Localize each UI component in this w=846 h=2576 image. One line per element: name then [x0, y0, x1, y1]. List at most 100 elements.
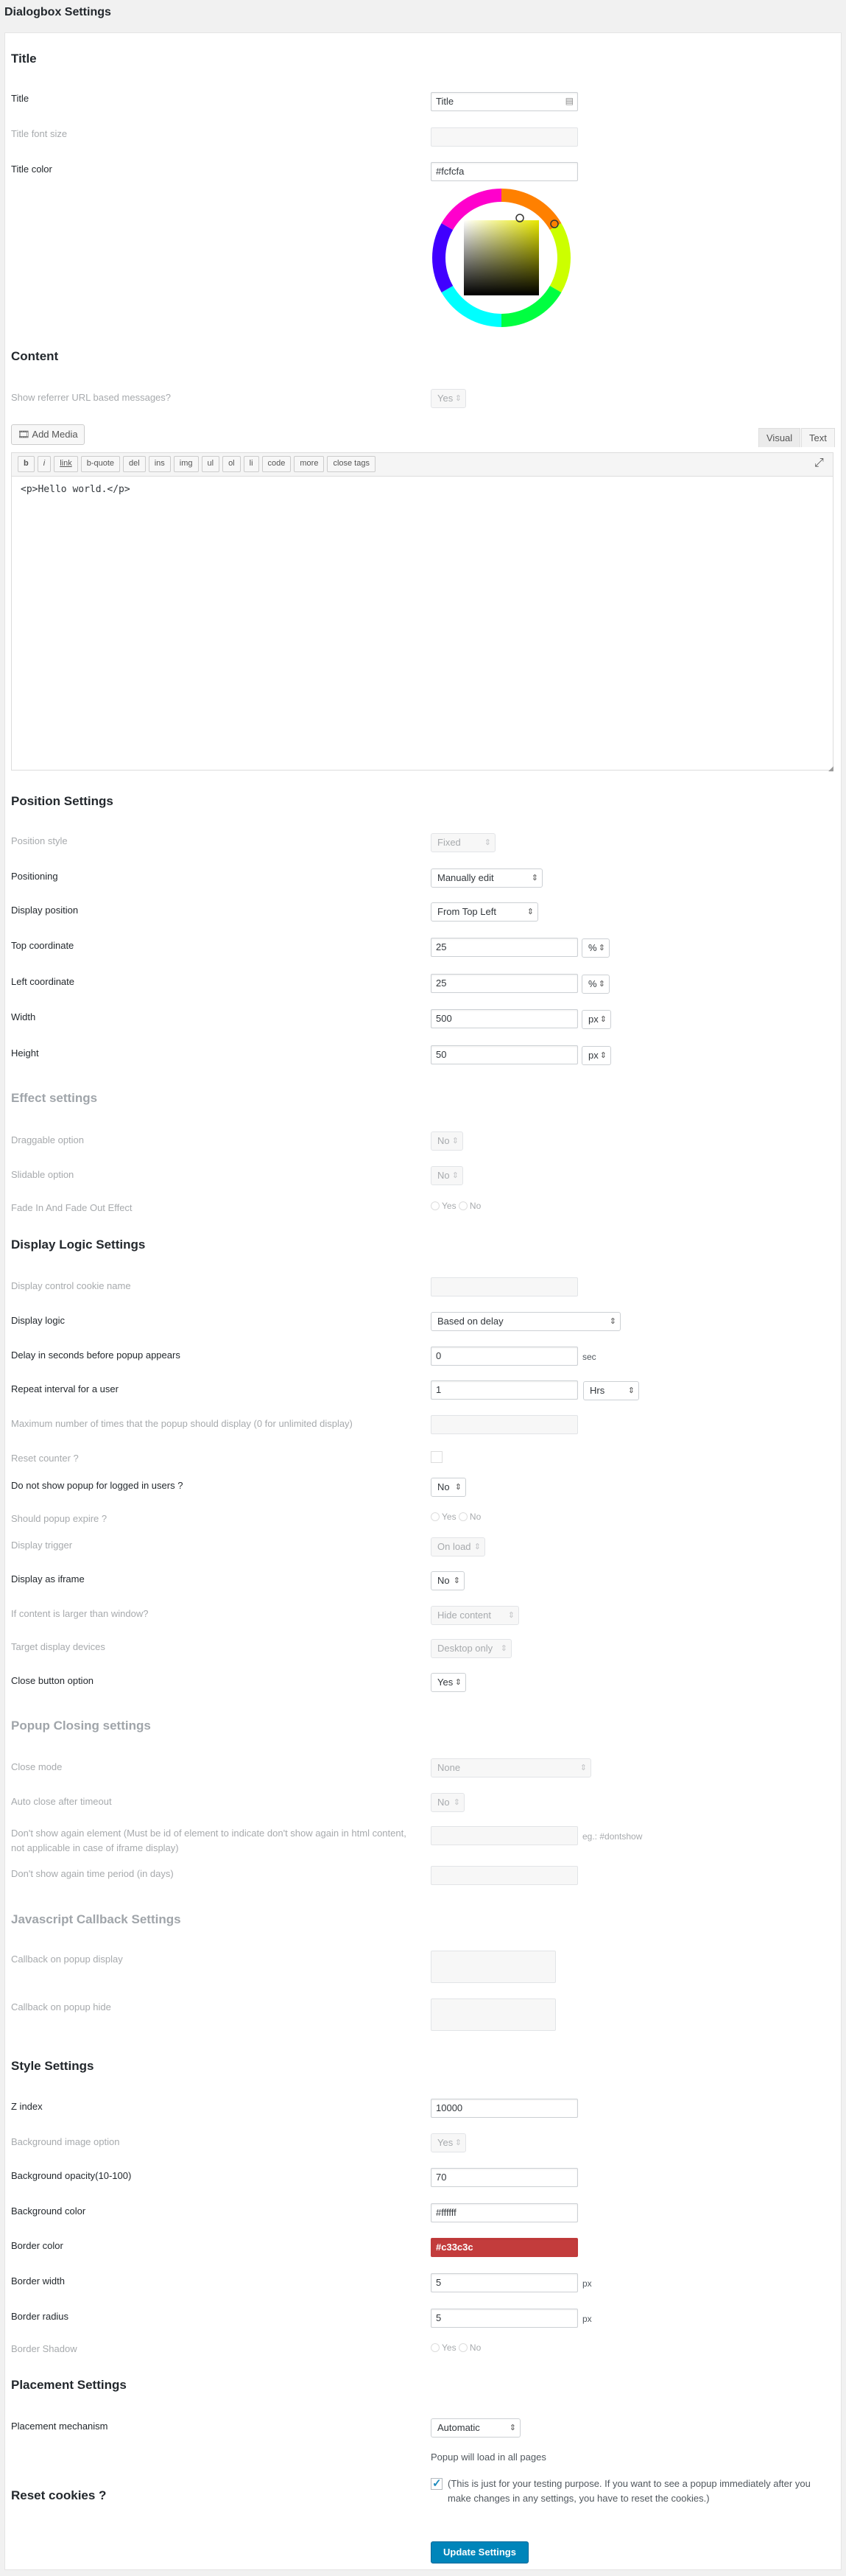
resize-handle-icon[interactable]: ◢	[828, 765, 833, 773]
title-font-size-label: Title font size	[11, 128, 68, 139]
top-coordinate-label: Top coordinate	[11, 940, 74, 951]
referrer-select[interactable]: Yes	[431, 389, 466, 408]
iframe-select[interactable]: No	[431, 1571, 465, 1590]
cookie-name-input[interactable]	[431, 1277, 578, 1296]
border-width-label: Border width	[11, 2275, 65, 2287]
radio-no[interactable]	[458, 1201, 468, 1210]
color-picker-wheel[interactable]	[431, 187, 572, 329]
content-editor[interactable]: <p>Hello world.</p>	[11, 476, 833, 771]
display-callback-label: Callback on popup display	[11, 1954, 123, 1965]
display-trigger-label: Display trigger	[11, 1540, 73, 1551]
quicktag-button[interactable]: b	[18, 456, 35, 472]
add-media-button[interactable]: 🎞 Add Media	[11, 424, 85, 445]
quicktag-button[interactable]: link	[54, 456, 78, 472]
title-font-size-input[interactable]	[431, 127, 578, 147]
content-larger-select[interactable]: Hide content	[431, 1606, 519, 1625]
border-radius-input[interactable]: 5	[431, 2309, 578, 2328]
clipboard-icon[interactable]: ▤	[565, 96, 574, 106]
height-unit-select[interactable]: px	[582, 1046, 611, 1065]
dont-show-element-input[interactable]	[431, 1826, 578, 1845]
section-closing-heading: Popup Closing settings	[11, 1719, 151, 1733]
dont-show-period-input[interactable]	[431, 1866, 578, 1885]
border-width-input[interactable]: 5	[431, 2273, 578, 2292]
width-unit-select[interactable]: px	[582, 1010, 611, 1029]
z-index-input[interactable]: 10000	[431, 2099, 578, 2118]
quicktag-button[interactable]: more	[294, 456, 325, 472]
left-coordinate-label: Left coordinate	[11, 976, 75, 987]
hide-callback-textarea[interactable]	[431, 1998, 556, 2031]
auto-close-select[interactable]: No	[431, 1793, 465, 1812]
display-position-select[interactable]: From Top Left	[431, 902, 538, 922]
logged-in-select[interactable]: No	[431, 1478, 466, 1497]
max-display-input[interactable]	[431, 1415, 578, 1434]
quicktag-button[interactable]: ol	[222, 456, 241, 472]
top-unit-select[interactable]: %	[582, 938, 610, 958]
quicktag-button[interactable]: b-quote	[80, 456, 121, 472]
border-width-unit: px	[582, 2278, 592, 2289]
left-unit-select[interactable]: %	[582, 975, 610, 994]
repeat-unit-select[interactable]: Hrs	[583, 1381, 639, 1400]
referrer-label: Show referrer URL based messages?	[11, 392, 172, 403]
reset-counter-label: Reset counter ?	[11, 1453, 79, 1464]
position-style-select[interactable]: Fixed	[431, 833, 496, 852]
radio-no[interactable]	[458, 2343, 468, 2352]
placement-mechanism-select[interactable]: Automatic	[431, 2418, 521, 2438]
slidable-label: Slidable option	[11, 1169, 74, 1180]
quicktag-button[interactable]: img	[173, 456, 199, 472]
bg-image-select[interactable]: Yes	[431, 2133, 466, 2152]
expire-radio-group[interactable]: Yes No	[431, 1512, 481, 1522]
reset-cookies-note: (This is just for your testing purpose. …	[448, 2478, 811, 2504]
radio-yes[interactable]	[431, 1512, 440, 1521]
quicktag-button[interactable]: ins	[148, 456, 171, 472]
display-callback-textarea[interactable]	[431, 1951, 556, 1983]
quicktag-button[interactable]: ul	[201, 456, 220, 472]
tab-visual[interactable]: Visual	[758, 428, 801, 447]
title-color-input[interactable]: #fcfcfa	[431, 162, 578, 181]
close-mode-label: Close mode	[11, 1761, 63, 1772]
fullscreen-icon[interactable]: ⤢	[814, 457, 824, 470]
radio-no[interactable]	[458, 1512, 468, 1521]
fade-radio-group[interactable]: Yes No	[431, 1201, 481, 1211]
target-devices-select[interactable]: Desktop only	[431, 1639, 512, 1658]
media-icon: 🎞	[18, 429, 32, 440]
update-settings-button[interactable]: Update Settings	[431, 2541, 529, 2563]
repeat-interval-input[interactable]: 1	[431, 1380, 578, 1400]
radio-yes[interactable]	[431, 1201, 440, 1210]
top-coordinate-input[interactable]: 25	[431, 938, 578, 957]
title-input[interactable]: Title ▤	[431, 92, 578, 111]
height-input[interactable]: 50	[431, 1045, 578, 1064]
left-coordinate-input[interactable]: 25	[431, 974, 578, 993]
positioning-select[interactable]: Manually edit	[431, 868, 543, 888]
display-logic-select[interactable]: Based on delay	[431, 1312, 621, 1331]
border-radius-label: Border radius	[11, 2311, 69, 2322]
quicktag-button[interactable]: close tags	[327, 456, 376, 472]
bg-opacity-input[interactable]: 70	[431, 2168, 578, 2187]
radio-yes[interactable]	[431, 2343, 440, 2352]
quicktag-button[interactable]: i	[37, 456, 52, 472]
cookie-name-label: Display control cookie name	[11, 1280, 131, 1291]
iframe-label: Display as iframe	[11, 1573, 85, 1584]
tab-text[interactable]: Text	[801, 428, 835, 447]
close-mode-select[interactable]: None	[431, 1758, 591, 1777]
draggable-select[interactable]: No	[431, 1131, 463, 1151]
placement-note: Popup will load in all pages	[431, 2452, 546, 2463]
section-position-heading: Position Settings	[11, 794, 113, 808]
quicktag-button[interactable]: li	[243, 456, 259, 472]
width-input[interactable]: 500	[431, 1009, 578, 1028]
border-color-input[interactable]: #c33c3c	[431, 2238, 578, 2257]
reset-counter-checkbox[interactable]	[431, 1451, 443, 1463]
auto-close-label: Auto close after timeout	[11, 1796, 112, 1807]
border-shadow-label: Border Shadow	[11, 2343, 77, 2354]
slidable-select[interactable]: No	[431, 1166, 463, 1185]
quicktag-button[interactable]: del	[123, 456, 146, 472]
quicktag-button[interactable]: code	[261, 456, 292, 472]
section-title-heading: Title	[11, 52, 37, 66]
shadow-radio-group[interactable]: Yes No	[431, 2342, 481, 2353]
reset-cookies-checkbox[interactable]	[431, 2477, 443, 2490]
display-trigger-select[interactable]: On load	[431, 1537, 485, 1557]
close-button-select[interactable]: Yes	[431, 1673, 466, 1692]
bg-color-input[interactable]: #ffffff	[431, 2203, 578, 2222]
delay-input[interactable]: 0	[431, 1347, 578, 1366]
max-display-label: Maximum number of times that the popup s…	[11, 1418, 353, 1429]
delay-unit: sec	[582, 1352, 596, 1362]
